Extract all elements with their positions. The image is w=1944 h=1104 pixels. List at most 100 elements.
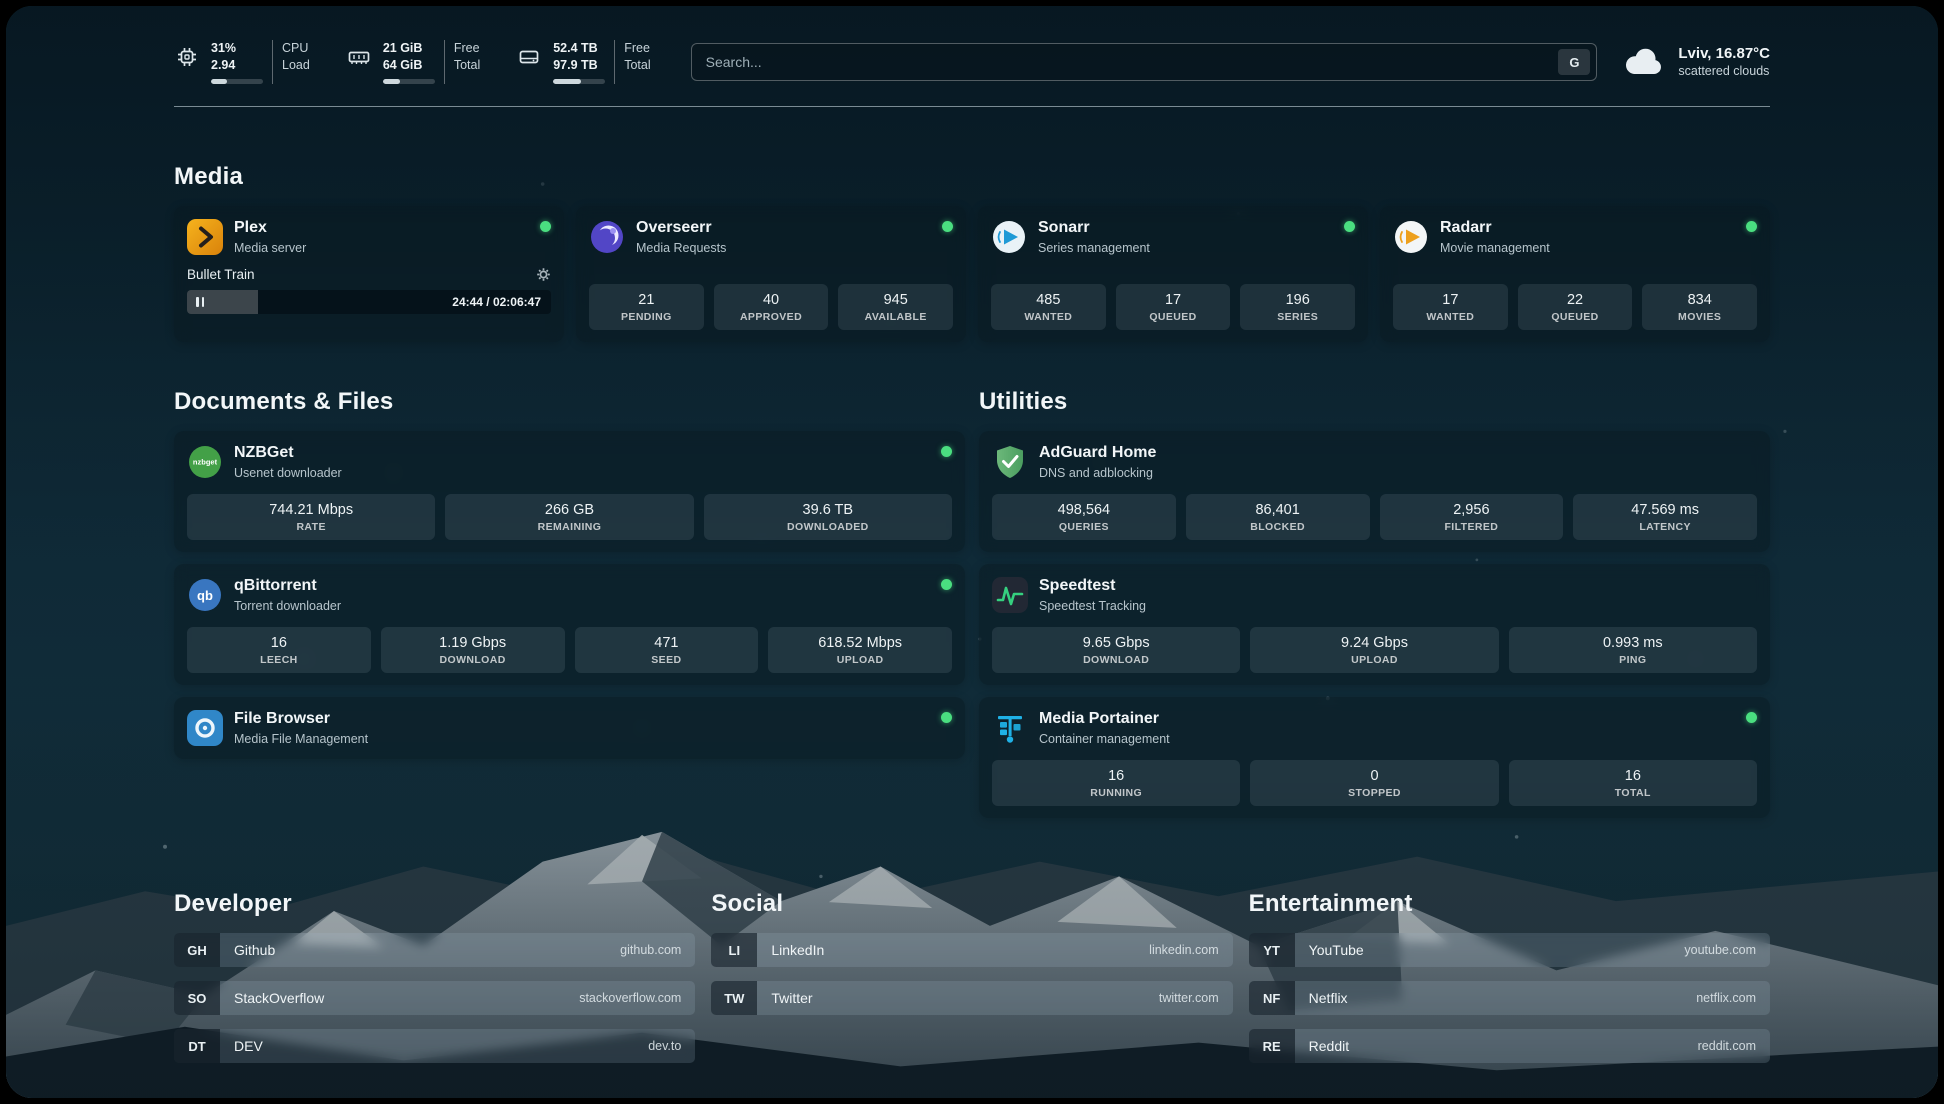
stat-box: 498,564 QUERIES	[992, 494, 1176, 540]
bookmark-github[interactable]: GH Github github.com	[174, 933, 695, 967]
filebrowser-icon	[187, 710, 223, 746]
qbittorrent-card[interactable]: qb qBittorrent Torrent downloader 16 LEE…	[174, 564, 965, 685]
stat-box: 17 WANTED	[1393, 284, 1508, 330]
svg-text:nzbget: nzbget	[193, 458, 218, 467]
plex-card[interactable]: Plex Media server Bullet Train	[174, 206, 564, 342]
portainer-card[interactable]: Media Portainer Container management 16 …	[979, 697, 1770, 818]
status-dot	[941, 712, 952, 723]
bookmark-abbr: RE	[1249, 1029, 1295, 1063]
bookmark-url: stackoverflow.com	[579, 991, 681, 1005]
disk-total-value: 97.9 TB	[553, 57, 605, 74]
ram-icon	[346, 44, 372, 70]
disk-widget: 52.4 TB 97.9 TB Free Total	[516, 40, 650, 84]
stat-box: 16 TOTAL	[1509, 760, 1757, 806]
section-title-utilities: Utilities	[979, 388, 1770, 416]
ram-bar	[383, 79, 435, 84]
bookmark-url: reddit.com	[1698, 1039, 1756, 1053]
app-description: Series management	[1038, 240, 1150, 256]
stat-box: 266 GB REMAINING	[445, 494, 693, 540]
search-provider-button[interactable]: G	[1558, 49, 1590, 75]
status-dot	[1344, 221, 1355, 232]
stat-box: 16 RUNNING	[992, 760, 1240, 806]
status-dot	[540, 221, 551, 232]
overseerr-card[interactable]: Overseerr Media Requests 21 PENDING 40 A…	[576, 206, 966, 342]
pause-icon[interactable]	[196, 297, 204, 307]
topbar-divider	[174, 106, 1770, 107]
stat-box: 47.569 ms LATENCY	[1573, 494, 1757, 540]
app-name: Sonarr	[1038, 218, 1150, 238]
bookmark-name: StackOverflow	[234, 990, 324, 1006]
section-title-media: Media	[174, 163, 1770, 191]
adguard-card[interactable]: AdGuard Home DNS and adblocking 498,564 …	[979, 431, 1770, 552]
stat-box: 834 MOVIES	[1642, 284, 1757, 330]
speedtest-icon	[992, 577, 1028, 613]
section-title-developer: Developer	[174, 890, 695, 918]
app-name: Plex	[234, 218, 306, 238]
bookmark-name: Netflix	[1309, 990, 1348, 1006]
status-dot	[941, 446, 952, 457]
bookmark-dev[interactable]: DT DEV dev.to	[174, 1029, 695, 1063]
sonarr-card[interactable]: Sonarr Series management 485 WANTED 17 Q…	[978, 206, 1368, 342]
section-title-social: Social	[711, 890, 1232, 918]
bookmark-group-developer: Developer GH Github github.com SO StackO…	[174, 890, 695, 1063]
section-documents: Documents & Files nzbget NZBGet Usenet d…	[174, 388, 965, 818]
search-bar[interactable]: G	[691, 43, 1598, 81]
adguard-icon	[992, 444, 1028, 480]
ram-free-label: Free	[454, 40, 480, 57]
app-description: Media server	[234, 240, 306, 256]
plex-progress-bar[interactable]: 24:44 / 02:06:47	[187, 290, 551, 314]
plex-icon	[187, 219, 223, 255]
bookmark-url: youtube.com	[1684, 943, 1756, 957]
app-name: Radarr	[1440, 218, 1550, 238]
filebrowser-card[interactable]: File Browser Media File Management	[174, 697, 965, 759]
section-media: Media Plex Media server	[174, 163, 1770, 342]
bookmark-abbr: GH	[174, 933, 220, 967]
bookmark-abbr: SO	[174, 981, 220, 1015]
stat-box: 0.993 ms PING	[1509, 627, 1757, 673]
app-name: qBittorrent	[234, 576, 341, 596]
section-utilities: Utilities AdGuard Home DNS and adblockin…	[979, 388, 1770, 818]
app-name: File Browser	[234, 709, 368, 729]
stat-box: 17 QUEUED	[1116, 284, 1231, 330]
cpu-percent: 31%	[211, 40, 263, 57]
bookmark-name: YouTube	[1309, 942, 1364, 958]
section-title-entertainment: Entertainment	[1249, 890, 1770, 918]
cpu-bar	[211, 79, 263, 84]
bookmark-netflix[interactable]: NF Netflix netflix.com	[1249, 981, 1770, 1015]
bookmark-stackoverflow[interactable]: SO StackOverflow stackoverflow.com	[174, 981, 695, 1015]
bookmark-name: DEV	[234, 1038, 263, 1054]
ram-total-value: 64 GiB	[383, 57, 435, 74]
overseerr-icon	[589, 219, 625, 255]
disk-free-value: 52.4 TB	[553, 40, 605, 57]
app-description: Usenet downloader	[234, 465, 342, 481]
radarr-card[interactable]: Radarr Movie management 17 WANTED 22 QUE…	[1380, 206, 1770, 342]
bookmark-abbr: NF	[1249, 981, 1295, 1015]
app-name: AdGuard Home	[1039, 443, 1156, 463]
search-input[interactable]	[706, 54, 1559, 70]
bookmark-url: linkedin.com	[1149, 943, 1218, 957]
nzbget-icon: nzbget	[187, 444, 223, 480]
app-name: Overseerr	[636, 218, 726, 238]
stat-box: 618.52 Mbps UPLOAD	[768, 627, 952, 673]
stat-box: 744.21 Mbps RATE	[187, 494, 435, 540]
bookmark-twitter[interactable]: TW Twitter twitter.com	[711, 981, 1232, 1015]
gear-icon[interactable]	[536, 267, 551, 282]
ram-widget: 21 GiB 64 GiB Free Total	[346, 40, 480, 84]
stat-box: 22 QUEUED	[1518, 284, 1633, 330]
dashboard-root: 31% 2.94 CPU Load	[6, 6, 1938, 1098]
bookmark-reddit[interactable]: RE Reddit reddit.com	[1249, 1029, 1770, 1063]
now-playing-title: Bullet Train	[187, 267, 255, 282]
app-name: NZBGet	[234, 443, 342, 463]
section-title-documents: Documents & Files	[174, 388, 965, 416]
nzbget-card[interactable]: nzbget NZBGet Usenet downloader 744.21 M…	[174, 431, 965, 552]
stat-box: 2,956 FILTERED	[1380, 494, 1564, 540]
cpu-load-label: Load	[282, 57, 310, 74]
bookmark-url: github.com	[620, 943, 681, 957]
app-description: Container management	[1039, 731, 1170, 747]
stat-box: 21 PENDING	[589, 284, 704, 330]
sonarr-icon	[991, 219, 1027, 255]
bookmark-linkedin[interactable]: LI LinkedIn linkedin.com	[711, 933, 1232, 967]
bookmark-youtube[interactable]: YT YouTube youtube.com	[1249, 933, 1770, 967]
cpu-icon	[174, 44, 200, 70]
speedtest-card[interactable]: Speedtest Speedtest Tracking 9.65 Gbps D…	[979, 564, 1770, 685]
